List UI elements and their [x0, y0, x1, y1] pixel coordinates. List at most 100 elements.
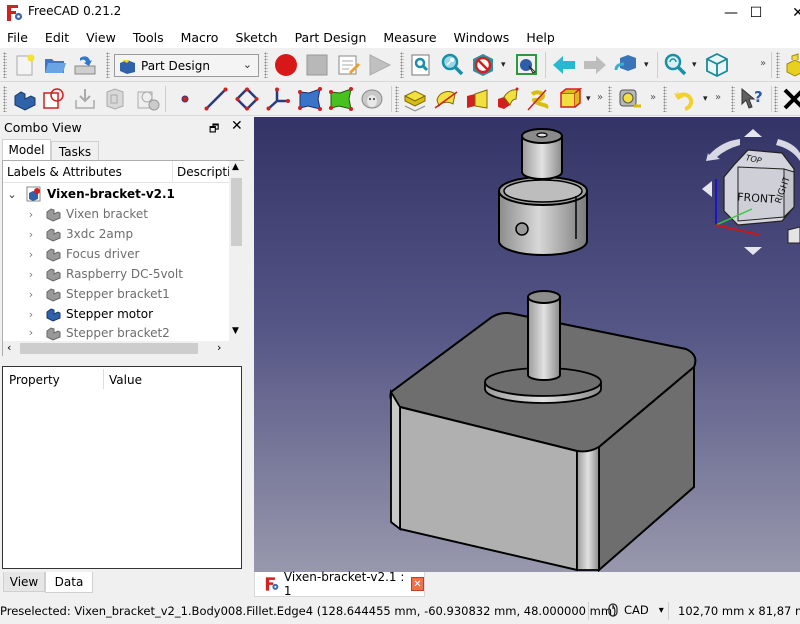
menu-sketch[interactable]: Sketch: [235, 30, 277, 45]
expand-chevron-icon[interactable]: ›: [25, 288, 37, 301]
menu-windows[interactable]: Windows: [454, 30, 510, 45]
measure-icon[interactable]: [617, 86, 643, 112]
tab-data[interactable]: Data: [45, 572, 93, 593]
navcube-menu-button[interactable]: [787, 226, 800, 244]
tab-view[interactable]: View: [3, 572, 45, 592]
fit-all-icon[interactable]: [408, 52, 434, 78]
toolbar-grip[interactable]: [731, 86, 735, 112]
additive-pipe-icon[interactable]: [495, 86, 521, 112]
clone-icon[interactable]: [135, 86, 161, 112]
expand-chevron-icon[interactable]: ›: [25, 268, 37, 281]
scroll-down-icon[interactable]: ▼: [232, 326, 239, 336]
rotate-left-arrow[interactable]: [702, 181, 712, 197]
expand-chevron-icon[interactable]: ›: [25, 228, 37, 241]
part-box-icon[interactable]: [784, 52, 800, 78]
additive-dropdown[interactable]: ▾: [586, 94, 591, 104]
toolbar-grip[interactable]: [395, 86, 399, 112]
toolbar-grip[interactable]: [264, 52, 268, 78]
save-icon[interactable]: [72, 52, 98, 78]
rotate-ccw-arrow[interactable]: [706, 139, 740, 161]
toolbar-grip[interactable]: [663, 86, 667, 112]
new-document-icon[interactable]: [12, 52, 38, 78]
toolbar-grip[interactable]: [608, 86, 612, 112]
revolution-icon[interactable]: [433, 86, 459, 112]
tree-horizontal-scrollbar[interactable]: ‹ ›: [3, 341, 244, 356]
whats-this-icon[interactable]: ?: [739, 86, 765, 112]
scroll-right-icon[interactable]: ›: [217, 341, 221, 354]
tree-item[interactable]: › Stepper bracket1: [3, 284, 229, 304]
view-dimensions[interactable]: 102,70 mm x 81,87 mm ▾: [678, 604, 800, 618]
shape-binder-icon[interactable]: [102, 86, 128, 112]
workbench-selector[interactable]: Part Design ⌄: [114, 54, 259, 77]
tab-tasks[interactable]: Tasks: [51, 141, 99, 161]
draw-style-dropdown[interactable]: ▾: [501, 60, 506, 70]
menu-macro[interactable]: Macro: [181, 30, 219, 45]
expand-chevron-icon[interactable]: ›: [25, 208, 37, 221]
tab-model[interactable]: Model: [2, 139, 51, 160]
additive-loft-icon[interactable]: [464, 86, 490, 112]
menu-view[interactable]: View: [86, 30, 116, 45]
record-macro-icon[interactable]: [273, 52, 299, 78]
additive-helix-icon[interactable]: [526, 86, 552, 112]
stepper-motor-part[interactable]: [389, 290, 697, 572]
tree-item[interactable]: › Focus driver: [3, 244, 229, 264]
expand-chevron-icon[interactable]: ›: [25, 248, 37, 261]
column-header-value[interactable]: Value: [109, 373, 142, 387]
tree-item-active[interactable]: › Stepper motor: [3, 304, 229, 324]
collapse-chevron-icon[interactable]: ⌄: [6, 188, 18, 201]
scroll-thumb[interactable]: [20, 343, 198, 354]
scroll-thumb[interactable]: [231, 178, 242, 246]
zoom-dropdown[interactable]: ▾: [692, 60, 697, 70]
coordinate-system-icon[interactable]: [265, 86, 291, 112]
navigation-cube[interactable]: FRONT RIGHT TOP: [702, 129, 800, 255]
pad-icon[interactable]: [402, 86, 428, 112]
body-icon[interactable]: [11, 86, 37, 112]
column-header-property[interactable]: Property: [9, 373, 60, 387]
3d-scene[interactable]: FRONT RIGHT TOP: [254, 117, 800, 572]
close-panel-icon[interactable]: ✕: [231, 118, 243, 134]
validate-sketch-icon[interactable]: [72, 86, 98, 112]
undo-dropdown[interactable]: ▾: [703, 94, 708, 104]
tree-item[interactable]: › Raspberry DC-5volt: [3, 264, 229, 284]
column-header-labels[interactable]: Labels & Attributes: [7, 165, 122, 179]
std-views-dropdown[interactable]: ▾: [644, 60, 649, 70]
rotate-down-arrow[interactable]: [744, 247, 762, 255]
line-icon[interactable]: [203, 86, 229, 112]
menu-edit[interactable]: Edit: [45, 30, 69, 45]
menu-measure[interactable]: Measure: [383, 30, 436, 45]
tree-vertical-scrollbar[interactable]: ▲ ▼: [229, 161, 244, 341]
menu-help[interactable]: Help: [526, 30, 555, 45]
close-window-button[interactable]: ✕: [775, 0, 800, 26]
3d-viewport[interactable]: FRONT RIGHT TOP: [254, 117, 800, 572]
toolbar-grip[interactable]: [3, 86, 7, 112]
toolbar-overflow-button[interactable]: »: [760, 58, 766, 69]
run-macro-icon[interactable]: [366, 52, 392, 78]
scroll-left-icon[interactable]: ‹: [7, 341, 11, 354]
toolbar-grip[interactable]: [776, 52, 780, 78]
menu-tools[interactable]: Tools: [133, 30, 164, 45]
draw-style-icon[interactable]: [470, 52, 496, 78]
toolbar-grip[interactable]: [774, 86, 778, 112]
toolbar-overflow-button[interactable]: »: [597, 92, 603, 103]
subshape-binder-icon[interactable]: [328, 86, 354, 112]
close-tab-icon[interactable]: ✕: [410, 577, 424, 591]
clone-sheep-icon[interactable]: [359, 86, 385, 112]
column-divider[interactable]: [103, 369, 104, 389]
navigation-style-selector[interactable]: CAD ▾: [608, 603, 664, 617]
forward-icon[interactable]: [582, 52, 608, 78]
toolbar-overflow-button[interactable]: »: [650, 92, 656, 103]
menu-file[interactable]: File: [7, 30, 28, 45]
coupler-part[interactable]: [498, 128, 588, 256]
tree-item[interactable]: › Vixen bracket: [3, 204, 229, 224]
fit-selection-icon[interactable]: [439, 52, 465, 78]
undo-icon[interactable]: [671, 86, 697, 112]
navcube-front-label[interactable]: FRONT: [737, 190, 776, 206]
zoom-icon[interactable]: [662, 52, 688, 78]
column-divider[interactable]: [172, 161, 173, 183]
toolbar-grip[interactable]: [400, 52, 404, 78]
bounding-box-icon[interactable]: [514, 52, 540, 78]
toolbar-grip[interactable]: [106, 52, 110, 78]
expand-chevron-icon[interactable]: ›: [25, 326, 37, 339]
std-views-icon[interactable]: [613, 52, 639, 78]
shape-binder-blue-icon[interactable]: [297, 86, 323, 112]
